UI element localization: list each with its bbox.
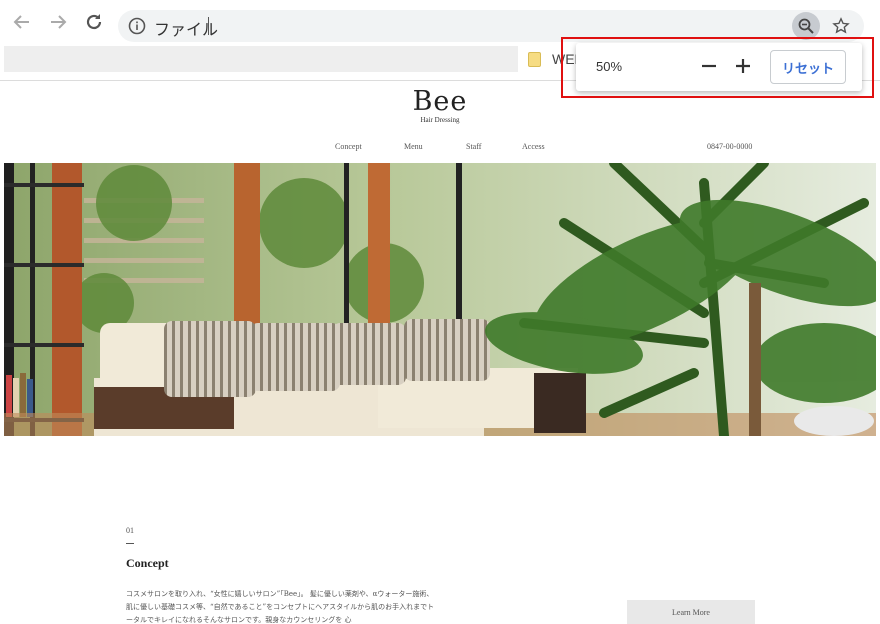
nav-item-access[interactable]: Access [522, 142, 545, 151]
browser-toolbar: ファイル [0, 0, 880, 44]
nav-item-staff[interactable]: Staff [466, 142, 481, 151]
zoom-in-button[interactable] [732, 55, 754, 77]
zoom-reset-button[interactable]: リセット [770, 50, 846, 84]
back-arrow-icon [13, 15, 29, 29]
hero-image [4, 163, 876, 436]
forward-arrow-icon [51, 15, 67, 29]
bookmark-star-button[interactable] [828, 13, 854, 39]
reload-button[interactable] [82, 10, 106, 34]
text-caret [208, 17, 209, 35]
section-title: Concept [126, 556, 169, 570]
zoom-level-value: 50% [596, 59, 623, 74]
section-body: コスメサロンを取り入れ、“女性に嬉しいサロン”「Bee」。 髪に優しい薬剤や、α… [126, 590, 435, 624]
section-number: 01 [126, 526, 134, 535]
info-icon[interactable] [128, 17, 146, 35]
phone-number: 0847-00-0000 [707, 142, 753, 151]
zoom-popup: 50% リセット [576, 43, 862, 91]
browser-window: ファイル WEB Bee Hair Dressing Concept Menu … [0, 0, 880, 624]
folder-icon[interactable] [528, 52, 541, 67]
nav-item-menu[interactable]: Menu [404, 142, 423, 151]
zoom-indicator-button[interactable] [792, 12, 820, 40]
nav-item-concept[interactable]: Concept [335, 142, 362, 151]
reload-icon [86, 14, 102, 30]
bookmarks-strip [4, 46, 518, 72]
forward-button[interactable] [46, 10, 70, 34]
site-logo[interactable]: Bee Hair Dressing [400, 86, 480, 125]
address-bar[interactable]: ファイル [118, 10, 864, 42]
zoom-out-button[interactable] [698, 55, 720, 77]
back-button[interactable] [10, 10, 34, 34]
section-divider [126, 543, 134, 544]
learn-more-button[interactable]: Learn More [627, 600, 755, 624]
logo-subtitle: Hair Dressing [420, 116, 460, 124]
zoom-out-magnifier-icon [798, 18, 814, 34]
logo-title: Bee [412, 86, 468, 117]
star-icon [832, 17, 850, 34]
